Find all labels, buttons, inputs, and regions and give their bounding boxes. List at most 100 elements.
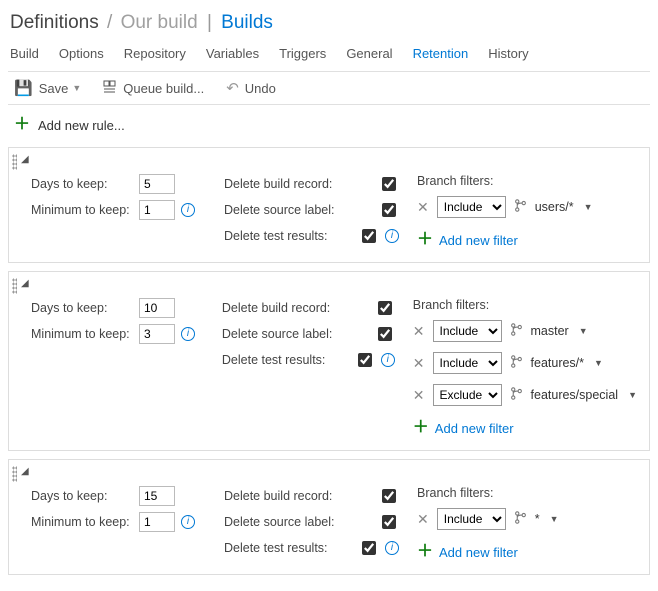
chevron-down-icon[interactable]: ▼ <box>550 514 559 524</box>
add-new-filter-label: Add new filter <box>435 421 514 436</box>
branch-spec[interactable]: features/special <box>531 388 619 402</box>
collapse-toggle-icon[interactable]: ◢ <box>21 466 29 477</box>
queue-build-button[interactable]: Queue build... <box>103 80 204 97</box>
filter-mode-select[interactable]: Exclude Include <box>433 384 502 406</box>
remove-filter-icon[interactable]: ✕ <box>413 355 425 372</box>
branch-filter-row: ✕ Include Exclude master ▼ <box>413 320 637 342</box>
remove-filter-icon[interactable]: ✕ <box>413 323 425 340</box>
tab-triggers[interactable]: Triggers <box>279 46 326 61</box>
add-new-filter-label: Add new filter <box>439 545 518 560</box>
chevron-down-icon[interactable]: ▼ <box>579 326 588 336</box>
breadcrumb-separator: / <box>107 12 112 33</box>
tab-retention[interactable]: Retention <box>413 46 469 61</box>
delete-test-results-checkbox[interactable] <box>362 541 376 555</box>
tab-history[interactable]: History <box>488 46 528 61</box>
branches-column: Branch filters: ✕ Include Exclude master… <box>413 282 637 436</box>
deletes-column: Delete build record: Delete source label… <box>222 282 395 436</box>
days-to-keep-label: Days to keep: <box>31 301 133 315</box>
delete-source-label-checkbox[interactable] <box>382 515 396 529</box>
info-icon[interactable]: i <box>181 327 195 341</box>
collapse-toggle-icon[interactable]: ◢ <box>21 278 29 289</box>
breadcrumb-pipe: | <box>207 12 212 33</box>
tab-general[interactable]: General <box>346 46 392 61</box>
save-button[interactable]: 💾 Save ▼ <box>14 79 81 97</box>
retention-rule: ◢ Days to keep: Minimum to keep: i Delet… <box>8 459 650 575</box>
delete-source-label-checkbox[interactable] <box>378 327 392 341</box>
info-icon[interactable]: i <box>385 541 399 555</box>
delete-build-record-checkbox[interactable] <box>382 177 396 191</box>
delete-source-label-checkbox[interactable] <box>382 203 396 217</box>
branch-spec[interactable]: * <box>535 512 540 526</box>
remove-filter-icon[interactable]: ✕ <box>413 387 425 404</box>
add-new-filter-button[interactable]: ＋ Add new filter <box>417 232 637 248</box>
info-icon[interactable]: i <box>381 353 395 367</box>
branch-spec[interactable]: master <box>531 324 569 338</box>
info-icon[interactable]: i <box>385 229 399 243</box>
retention-rule: ◢ Days to keep: Minimum to keep: i Delet… <box>8 147 650 263</box>
toolbar: 💾 Save ▼ Queue build... ↶ Undo <box>8 71 650 105</box>
tab-variables[interactable]: Variables <box>206 46 259 61</box>
info-icon[interactable]: i <box>181 515 195 529</box>
minimum-to-keep-label: Minimum to keep: <box>31 327 133 341</box>
save-icon: 💾 <box>14 79 33 97</box>
remove-filter-icon[interactable]: ✕ <box>417 199 429 216</box>
plus-icon: ＋ <box>413 420 429 436</box>
branch-spec[interactable]: users/* <box>535 200 574 214</box>
breadcrumb-section[interactable]: Builds <box>221 12 273 33</box>
keeps-column: Days to keep: Minimum to keep: i <box>31 282 204 436</box>
add-new-rule-button[interactable]: ＋ Add new rule... <box>8 105 650 147</box>
delete-build-record-checkbox[interactable] <box>378 301 392 315</box>
tab-build[interactable]: Build <box>10 46 39 61</box>
branch-filters-label: Branch filters: <box>417 174 637 188</box>
remove-filter-icon[interactable]: ✕ <box>417 511 429 528</box>
branch-spec[interactable]: features/* <box>531 356 585 370</box>
collapse-toggle-icon[interactable]: ◢ <box>21 154 29 165</box>
branch-filters-label: Branch filters: <box>413 298 637 312</box>
delete-build-record-checkbox[interactable] <box>382 489 396 503</box>
queue-build-label: Queue build... <box>123 81 204 96</box>
delete-source-label-label: Delete source label: <box>224 203 334 217</box>
chevron-down-icon[interactable]: ▼ <box>594 358 603 368</box>
breadcrumb-root[interactable]: Definitions <box>10 12 99 33</box>
tab-options[interactable]: Options <box>59 46 104 61</box>
branch-filter-row: ✕ Include Exclude users/* ▼ <box>417 196 637 218</box>
save-label: Save <box>39 81 69 96</box>
delete-test-results-label: Delete test results: <box>224 229 328 243</box>
branch-icon <box>510 323 523 339</box>
plus-icon: ＋ <box>417 544 433 560</box>
minimum-to-keep-input[interactable] <box>139 200 175 220</box>
minimum-to-keep-label: Minimum to keep: <box>31 203 133 217</box>
days-to-keep-label: Days to keep: <box>31 177 133 191</box>
branch-filter-row: ✕ Include Exclude * ▼ <box>417 508 637 530</box>
days-to-keep-input[interactable] <box>139 486 175 506</box>
deletes-column: Delete build record: Delete source label… <box>224 158 399 248</box>
info-icon[interactable]: i <box>181 203 195 217</box>
retention-rule: ◢ Days to keep: Minimum to keep: i Delet… <box>8 271 650 451</box>
plus-icon: ＋ <box>14 117 30 133</box>
filter-mode-select[interactable]: Include Exclude <box>433 352 502 374</box>
add-new-filter-button[interactable]: ＋ Add new filter <box>417 544 637 560</box>
branch-icon <box>514 511 527 527</box>
drag-grip-icon[interactable] <box>12 154 17 170</box>
drag-grip-icon[interactable] <box>12 466 17 482</box>
undo-button[interactable]: ↶ Undo <box>226 79 276 97</box>
days-to-keep-input[interactable] <box>139 174 175 194</box>
chevron-down-icon[interactable]: ▼ <box>584 202 593 212</box>
drag-grip-icon[interactable] <box>12 278 17 294</box>
days-to-keep-input[interactable] <box>139 298 175 318</box>
breadcrumb: Definitions / Our build | Builds <box>8 8 650 44</box>
delete-test-results-checkbox[interactable] <box>358 353 372 367</box>
filter-mode-select[interactable]: Include Exclude <box>437 196 506 218</box>
minimum-to-keep-input[interactable] <box>139 324 175 344</box>
minimum-to-keep-input[interactable] <box>139 512 175 532</box>
delete-source-label-label: Delete source label: <box>222 327 332 341</box>
delete-test-results-checkbox[interactable] <box>362 229 376 243</box>
branches-column: Branch filters: ✕ Include Exclude users/… <box>417 158 637 248</box>
tab-repository[interactable]: Repository <box>124 46 186 61</box>
filter-mode-select[interactable]: Include Exclude <box>433 320 502 342</box>
chevron-down-icon[interactable]: ▼ <box>628 390 637 400</box>
queue-icon <box>103 80 117 97</box>
add-new-filter-button[interactable]: ＋ Add new filter <box>413 420 637 436</box>
delete-build-record-label: Delete build record: <box>222 301 330 315</box>
filter-mode-select[interactable]: Include Exclude <box>437 508 506 530</box>
